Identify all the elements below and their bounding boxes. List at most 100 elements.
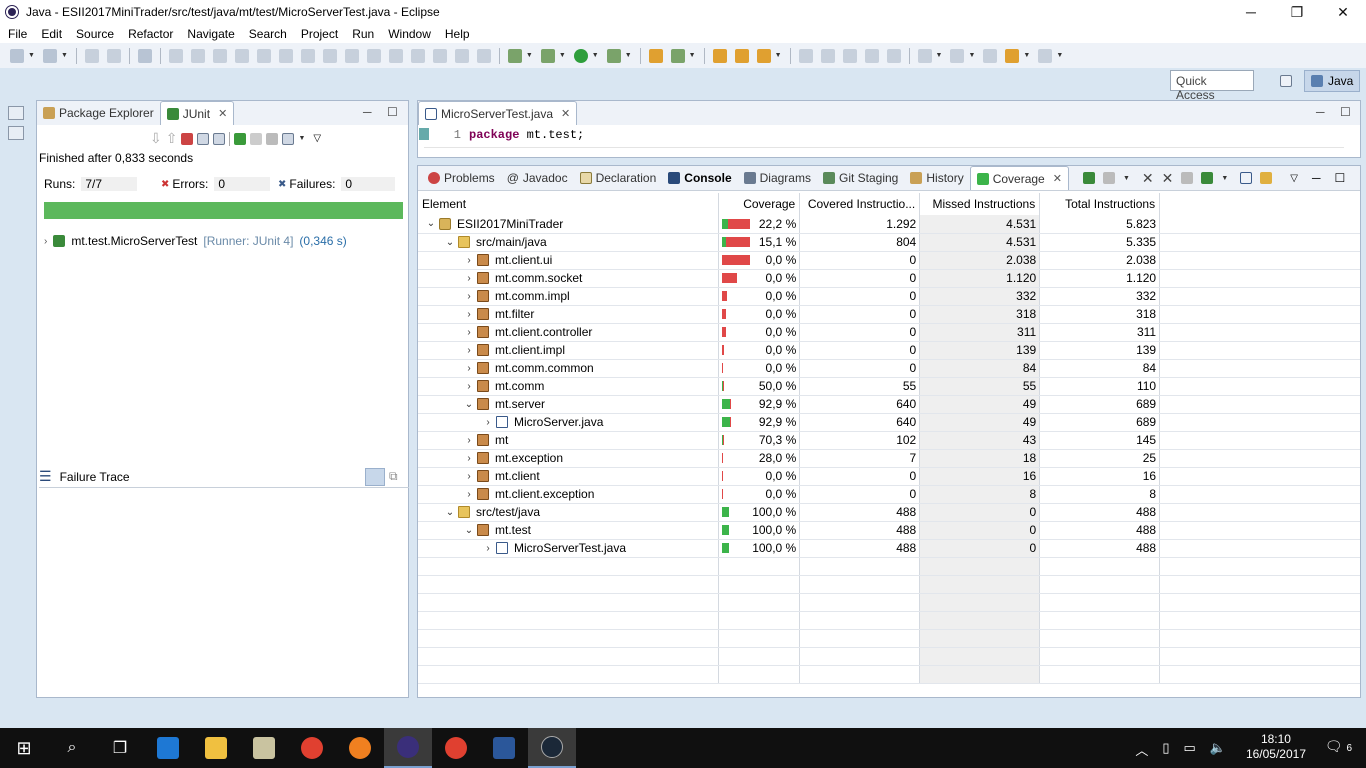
menu-source[interactable]: Source <box>76 27 114 41</box>
chevron-down-icon[interactable]: ⌄ <box>461 399 477 410</box>
tab-diagrams[interactable]: Diagrams <box>738 166 817 190</box>
maximize-view-icon[interactable]: ☐ <box>387 105 398 119</box>
element-cell[interactable]: › mt.client.exception <box>418 485 720 504</box>
coverage-row[interactable]: › mt 70,3 % 102 43 145 <box>418 431 1360 450</box>
coverage-row[interactable]: › mt.comm 50,0 % 55 55 110 <box>418 377 1360 396</box>
chevron-right-icon[interactable]: › <box>461 291 477 302</box>
taskbar-clock[interactable]: 18:10 16/05/2017 <box>1246 732 1306 762</box>
coverage-row[interactable]: › mt.comm.common 0,0 % 0 84 84 <box>418 359 1360 378</box>
previous-annotation-icon[interactable] <box>950 48 965 63</box>
close-icon[interactable]: ✕ <box>218 107 227 120</box>
restore-button[interactable]: ❐ <box>1274 0 1320 24</box>
debug-tool-icon[interactable] <box>454 48 469 63</box>
menu-refactor[interactable]: Refactor <box>128 27 173 41</box>
test-run-history-icon[interactable] <box>282 132 295 145</box>
element-cell[interactable]: ⌄ src/test/java <box>418 503 720 522</box>
element-cell[interactable]: ⌄ src/main/java <box>418 233 720 252</box>
coverage-row[interactable]: ⌄ mt.server 92,9 % 640 49 689 <box>418 395 1360 414</box>
tab-package-explorer[interactable]: Package Explorer <box>37 101 160 125</box>
menu-navigate[interactable]: Navigate <box>187 27 234 41</box>
tab-declaration[interactable]: Declaration <box>574 166 663 190</box>
element-cell[interactable]: › mt.filter <box>418 305 720 324</box>
column-header-missed[interactable]: Missed Instructions <box>919 193 1041 215</box>
disconnect-icon[interactable] <box>234 48 249 63</box>
last-edit-icon[interactable] <box>983 48 998 63</box>
back-icon[interactable] <box>1005 48 1020 63</box>
chevron-up-icon[interactable]: ︿ <box>1135 740 1148 759</box>
chevron-down-icon[interactable]: ▼ <box>775 52 782 59</box>
maximize-view-icon[interactable]: ☐ <box>1335 171 1346 185</box>
horizontal-scrollbar[interactable] <box>424 147 1344 148</box>
action-center-button[interactable]: 🗨 6 <box>1325 738 1352 755</box>
tab-console[interactable]: Console <box>662 166 737 190</box>
debug-tool-icon[interactable] <box>476 48 491 63</box>
coverage-row[interactable]: › mt.exception 28,0 % 7 18 25 <box>418 449 1360 468</box>
test-tree-item[interactable]: › mt.test.MicroServerTest [Runner: JUnit… <box>44 234 347 248</box>
coverage-run-icon[interactable] <box>507 48 522 63</box>
maximize-view-icon[interactable]: ☐ <box>1340 105 1351 119</box>
next-annotation-icon[interactable] <box>917 48 932 63</box>
element-cell[interactable]: › mt.exception <box>418 449 720 468</box>
debug-tool-icon[interactable] <box>388 48 403 63</box>
element-cell[interactable]: › mt.client.ui <box>418 251 720 270</box>
open-task-icon[interactable] <box>734 48 749 63</box>
device-icon[interactable]: ▯ <box>1162 740 1169 759</box>
chevron-down-icon[interactable]: ▼ <box>61 52 68 59</box>
close-icon[interactable]: ✕ <box>561 107 570 120</box>
chevron-down-icon[interactable]: ▼ <box>526 52 533 59</box>
chevron-right-icon[interactable]: › <box>461 273 477 284</box>
chevron-down-icon[interactable]: ▼ <box>1123 175 1130 182</box>
coverage-row[interactable]: › MicroServerTest.java 100,0 % 488 0 488 <box>418 539 1360 558</box>
relaunch-coverage-icon[interactable] <box>1082 172 1095 184</box>
element-cell[interactable]: › mt.client.controller <box>418 323 720 342</box>
chevron-right-icon[interactable]: › <box>461 363 477 374</box>
menu-run[interactable]: Run <box>352 27 374 41</box>
resume-icon[interactable] <box>168 48 183 63</box>
link-with-editor-icon[interactable] <box>1260 172 1273 184</box>
chevron-down-icon[interactable]: ▼ <box>1221 175 1228 182</box>
chevron-right-icon[interactable]: › <box>480 417 496 428</box>
tab-problems[interactable]: Problems <box>422 166 501 190</box>
column-header-element[interactable]: Element <box>418 193 720 215</box>
element-cell[interactable]: › mt.comm <box>418 377 720 396</box>
minimize-button[interactable]: ─ <box>1228 0 1274 24</box>
chevron-right-icon[interactable]: › <box>44 236 47 247</box>
annotation-icon[interactable] <box>842 48 857 63</box>
chevron-right-icon[interactable]: › <box>461 345 477 356</box>
coverage-row[interactable]: ⌄ src/test/java 100,0 % 488 0 488 <box>418 503 1360 522</box>
network-icon[interactable]: ▭ <box>1184 740 1196 759</box>
coverage-row[interactable]: › mt.filter 0,0 % 0 318 318 <box>418 305 1360 324</box>
taskbar-steam[interactable] <box>528 728 576 768</box>
coverage-row[interactable]: ⌄ mt.test 100,0 % 488 0 488 <box>418 521 1360 540</box>
close-button[interactable]: ✕ <box>1320 0 1366 24</box>
taskbar-word[interactable] <box>480 728 528 768</box>
show-whitespace-icon[interactable] <box>886 48 901 63</box>
minimize-view-icon[interactable]: ─ <box>363 105 372 119</box>
coverage-row[interactable]: › MicroServer.java 92,9 % 640 49 689 <box>418 413 1360 432</box>
chevron-down-icon[interactable]: ▼ <box>1023 52 1030 59</box>
taskbar-app[interactable] <box>240 728 288 768</box>
column-header-covered[interactable]: Covered Instructio... <box>799 193 921 215</box>
restore-view-icon[interactable] <box>8 106 24 120</box>
column-header-coverage[interactable]: Coverage <box>718 193 801 215</box>
chevron-right-icon[interactable]: › <box>461 435 477 446</box>
import-session-icon[interactable] <box>1201 172 1214 184</box>
chevron-down-icon[interactable]: ⌄ <box>423 218 439 229</box>
debug-tool-icon[interactable] <box>432 48 447 63</box>
new-icon[interactable] <box>10 48 24 63</box>
view-menu-icon[interactable]: ▽ <box>313 133 321 144</box>
open-type-icon[interactable] <box>712 48 727 63</box>
chevron-down-icon[interactable]: ▼ <box>28 52 35 59</box>
coverage-row[interactable]: ⌄ ESII2017MiniTrader 22,2 % 1.292 4.531 … <box>418 215 1360 234</box>
coverage-row[interactable]: › mt.client.controller 0,0 % 0 311 311 <box>418 323 1360 342</box>
taskbar-firefox[interactable] <box>336 728 384 768</box>
rerun-test-icon[interactable] <box>234 132 247 145</box>
menu-window[interactable]: Window <box>388 27 431 41</box>
coverage-row[interactable]: › mt.comm.socket 0,0 % 0 1.120 1.120 <box>418 269 1360 288</box>
debug-icon[interactable] <box>540 48 555 63</box>
search-icon[interactable] <box>756 48 771 63</box>
rerun-failed-icon[interactable] <box>250 132 263 145</box>
run-icon[interactable] <box>573 48 588 63</box>
code-line-1[interactable]: 1 package mt.test; <box>419 128 584 142</box>
coverage-row[interactable]: › mt.client.ui 0,0 % 0 2.038 2.038 <box>418 251 1360 270</box>
